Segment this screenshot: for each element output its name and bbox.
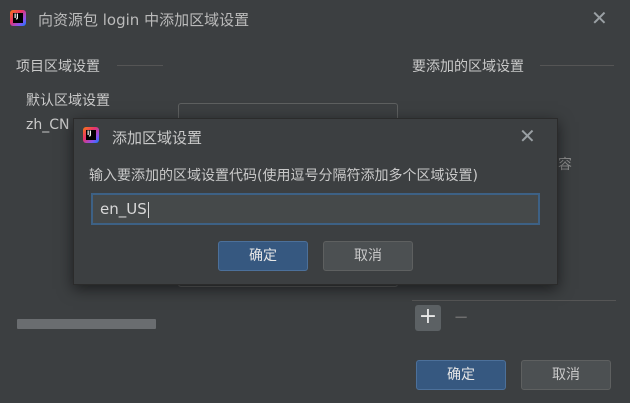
dialog-cancel-button[interactable]: 取消 [323,241,413,271]
window-title: 向资源包 login 中添加区域设置 [38,11,250,29]
add-locale-button[interactable]: + [415,305,441,331]
locales-to-add-separator [540,65,614,66]
window-close-icon[interactable]: ✕ [591,8,608,28]
list-item-default-locale[interactable]: 默认区域设置 [26,91,146,115]
horizontal-scrollbar[interactable] [17,319,156,329]
dialog-ok-button[interactable]: 确定 [218,241,308,271]
dialog-close-icon[interactable]: ✕ [519,126,536,146]
cancel-button[interactable]: 取消 [521,360,611,390]
project-locales-label: 项目区域设置 [16,59,100,75]
intellij-logo-icon: IJ [10,10,26,26]
text-caret [147,201,149,218]
locale-code-input[interactable]: en_US [91,193,540,225]
dialog-title: 添加区域设置 [112,129,203,147]
ok-button[interactable]: 确定 [416,360,506,390]
dialog-prompt: 输入要添加的区域设置代码(使用逗号分隔符添加多个区域设置) [89,168,478,184]
dialog-intellij-logo-icon: IJ [83,127,99,143]
locales-to-add-label: 要添加的区域设置 [412,59,524,75]
remove-locale-button[interactable]: − [451,305,471,331]
add-locale-dialog: IJ 添加区域设置 ✕ 输入要添加的区域设置代码(使用逗号分隔符添加多个区域设置… [73,118,558,285]
project-locales-separator [117,65,163,66]
right-panel-bottom-border [412,300,616,301]
locale-code-input-value: en_US [100,200,147,218]
